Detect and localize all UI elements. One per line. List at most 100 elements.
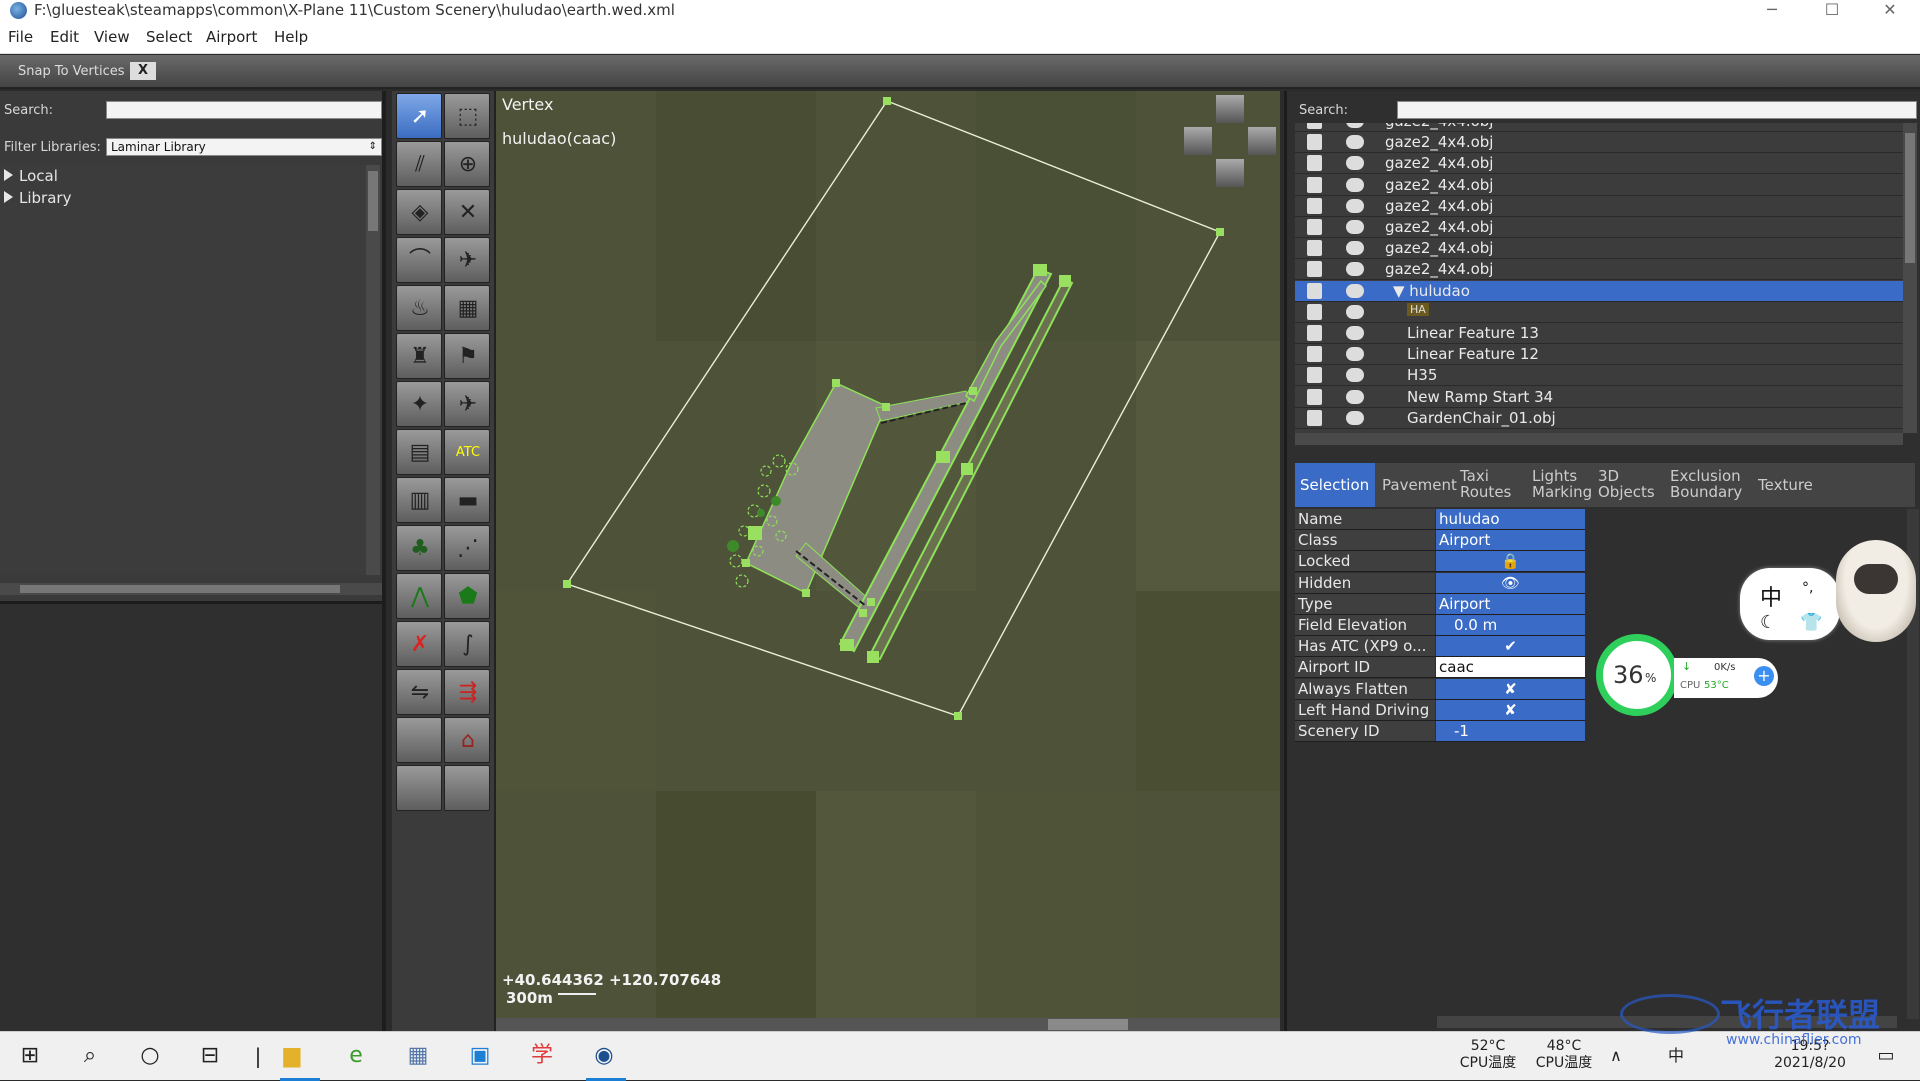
store-icon[interactable]: ▣ xyxy=(464,1040,496,1072)
menu-airport[interactable]: Airport xyxy=(206,28,257,46)
menu-edit[interactable]: Edit xyxy=(50,28,79,46)
study-app-icon[interactable]: 学 xyxy=(526,1040,558,1072)
maximize-button[interactable]: ☐ xyxy=(1804,0,1860,20)
hierarchy-row[interactable]: Linear Feature 12 xyxy=(1295,344,1903,366)
lock-icon[interactable] xyxy=(1307,367,1322,384)
tab-lights-marking[interactable]: Lights Marking xyxy=(1527,463,1592,507)
eye-icon[interactable] xyxy=(1346,198,1364,213)
lock-icon[interactable] xyxy=(1307,346,1322,363)
expand-triangle-icon[interactable] xyxy=(4,191,13,203)
eye-icon[interactable] xyxy=(1346,262,1364,277)
property-value[interactable]: caac xyxy=(1436,657,1585,678)
file-explorer-icon[interactable]: ▆ xyxy=(276,1040,308,1072)
scroll-thumb[interactable] xyxy=(368,171,378,231)
hierarchy-row[interactable]: gaze2_4x4.obj xyxy=(1295,217,1903,238)
hierarchy-hscrollbar[interactable] xyxy=(1295,433,1903,445)
eye-icon[interactable] xyxy=(1346,368,1364,383)
eye-icon[interactable] xyxy=(1346,410,1364,425)
menu-file[interactable]: File xyxy=(8,28,33,46)
map-hscrollbar[interactable] xyxy=(496,1018,1280,1031)
hierarchy-row[interactable]: gaze2_4x4.obj xyxy=(1295,259,1903,281)
pan-left-button[interactable] xyxy=(1184,127,1212,155)
hierarchy-row[interactable]: gaze2_4x4.obj xyxy=(1295,153,1903,175)
library-search-input[interactable] xyxy=(106,101,382,119)
tool-vertex[interactable]: ➚ xyxy=(396,93,442,139)
task-view-icon[interactable]: ⊟ xyxy=(194,1040,226,1072)
lock-icon[interactable] xyxy=(1307,197,1322,214)
tool-exclusion[interactable]: ✗ xyxy=(396,621,442,667)
eye-icon[interactable] xyxy=(1346,220,1364,234)
tool-taxiway[interactable]: ✕ xyxy=(444,189,490,235)
lock-icon[interactable] xyxy=(1307,261,1322,278)
tool-polygon[interactable]: ⬟ xyxy=(444,573,490,619)
wed-app-icon[interactable]: ◉ xyxy=(588,1040,620,1072)
lock-icon[interactable] xyxy=(1307,240,1322,257)
tool-taxi-route[interactable]: ✈ xyxy=(444,237,490,283)
hierarchy-row[interactable]: H35 xyxy=(1295,365,1903,387)
ime-bubble[interactable]: 中 °, ☾ 👕 xyxy=(1740,568,1840,640)
pan-up-button[interactable] xyxy=(1216,95,1244,123)
hierarchy-row[interactable]: gaze2_4x4.obj xyxy=(1295,132,1903,154)
property-value[interactable]: -1 xyxy=(1436,721,1585,741)
tool-boundary[interactable]: ⇋ xyxy=(396,669,442,715)
eye-icon[interactable] xyxy=(1346,347,1364,362)
tool-line[interactable]: ⋀ xyxy=(396,573,442,619)
tool-helipad[interactable]: ⊕ xyxy=(444,141,490,187)
lock-icon[interactable] xyxy=(1307,176,1322,193)
tool-string[interactable]: ⋰ xyxy=(444,525,490,571)
eye-icon[interactable] xyxy=(1346,241,1364,256)
tool-marquee[interactable]: ⬚ xyxy=(444,93,490,139)
lock-icon[interactable] xyxy=(1307,155,1322,172)
lock-icon[interactable] xyxy=(1307,325,1322,341)
map-canvas[interactable] xyxy=(496,91,1280,1018)
eye-icon[interactable] xyxy=(1346,326,1364,340)
tool-object[interactable]: ▬ xyxy=(444,477,490,523)
tool-blank-2[interactable] xyxy=(396,765,442,811)
tool-windsock[interactable]: ⚑ xyxy=(444,333,490,379)
tool-facade[interactable]: ▤ xyxy=(396,429,442,475)
menu-select[interactable]: Select xyxy=(146,28,192,46)
scroll-thumb[interactable] xyxy=(20,585,340,593)
tool-line-marking[interactable]: ⌒ xyxy=(396,237,442,283)
property-value[interactable]: huludao xyxy=(1436,509,1585,529)
tab-selection[interactable]: Selection xyxy=(1295,463,1375,507)
tool-runway[interactable]: ⫽ xyxy=(396,141,442,187)
tool-sign[interactable]: ▦ xyxy=(444,285,490,331)
tree-item-library[interactable]: Library xyxy=(4,189,71,207)
search-icon[interactable]: ⌕ xyxy=(74,1040,106,1072)
tab-exclusion-boundary[interactable]: Exclusion Boundary xyxy=(1665,463,1751,507)
tool-blank-3[interactable] xyxy=(444,765,490,811)
filter-libraries-select[interactable]: Laminar Library ⇕ xyxy=(106,138,382,156)
tool-ramp-start[interactable]: ✈ xyxy=(444,381,490,427)
tool-road[interactable]: ∫ xyxy=(444,621,490,667)
eye-icon[interactable] xyxy=(1346,389,1364,404)
close-button[interactable]: ✕ xyxy=(1862,0,1918,20)
browser-icon[interactable]: e xyxy=(340,1040,372,1072)
lock-icon[interactable] xyxy=(1307,134,1322,151)
tree-item-local[interactable]: Local xyxy=(4,167,58,185)
tool-tower-viewpoint[interactable]: ♜ xyxy=(396,333,442,379)
hierarchy-row[interactable]: HA xyxy=(1295,302,1903,323)
menu-help[interactable]: Help xyxy=(274,28,308,46)
hierarchy-search-input[interactable] xyxy=(1397,101,1917,119)
tab-3d-objects[interactable]: 3D Objects xyxy=(1593,463,1663,507)
property-value[interactable]: ✔ xyxy=(1436,636,1585,657)
eye-icon[interactable] xyxy=(1346,123,1364,128)
library-hscrollbar[interactable] xyxy=(0,583,382,595)
cpu-monitor-widget[interactable]: 36 % ↓ 0K/s CPU 53°C + xyxy=(1596,634,1778,720)
tool-truck[interactable]: ⇶ xyxy=(444,669,490,715)
property-value[interactable]: 🔒 xyxy=(1436,551,1585,572)
lock-icon[interactable] xyxy=(1307,388,1322,405)
eye-icon[interactable] xyxy=(1346,135,1364,150)
eye-icon[interactable] xyxy=(1346,156,1364,171)
tool-light[interactable]: ♨ xyxy=(396,285,442,331)
eye-icon[interactable] xyxy=(1346,177,1364,192)
pan-right-button[interactable] xyxy=(1248,127,1276,155)
tool-blank-1[interactable] xyxy=(396,717,442,763)
tab-texture[interactable]: Texture xyxy=(1753,463,1813,507)
windows-start-icon[interactable]: ⊞ xyxy=(14,1040,46,1072)
tool-beacon[interactable]: ✦ xyxy=(396,381,442,427)
hierarchy-row[interactable]: gaze2_4x4.obj xyxy=(1295,238,1903,260)
tab-taxi-routes[interactable]: Taxi Routes xyxy=(1455,463,1525,507)
hierarchy-row[interactable]: gaze2_4x4.obj xyxy=(1295,175,1903,196)
